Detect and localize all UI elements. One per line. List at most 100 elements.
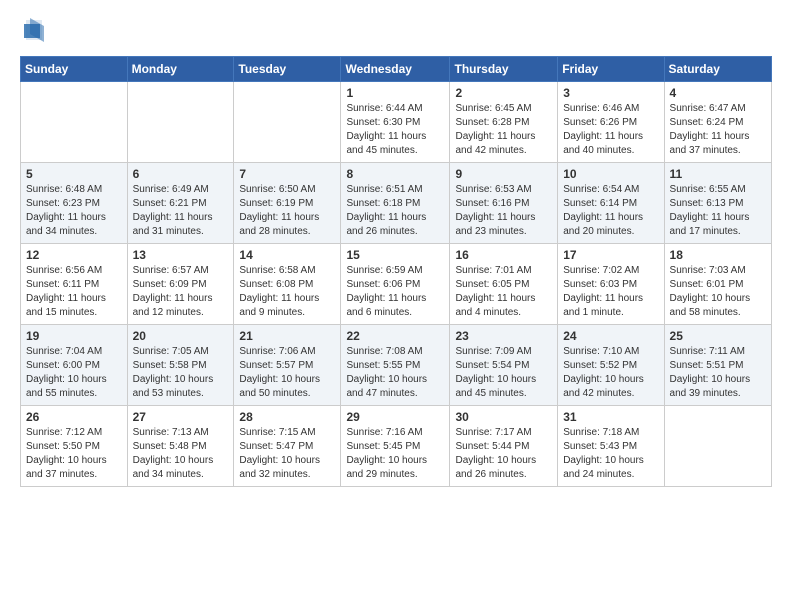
calendar-cell: 12Sunrise: 6:56 AM Sunset: 6:11 PM Dayli… — [21, 244, 128, 325]
day-info: Sunrise: 7:08 AM Sunset: 5:55 PM Dayligh… — [346, 345, 444, 401]
week-row-5: 26Sunrise: 7:12 AM Sunset: 5:50 PM Dayli… — [21, 406, 772, 487]
day-number: 10 — [563, 167, 658, 181]
day-info: Sunrise: 7:11 AM Sunset: 5:51 PM Dayligh… — [670, 345, 766, 401]
day-number: 7 — [239, 167, 335, 181]
calendar-cell: 5 Sunrise: 6:48 AM Sunset: 6:23 PM Daylig… — [21, 163, 128, 244]
day-info: Sunrise: 7:02 AM Sunset: 6:03 PM Dayligh… — [563, 264, 658, 320]
day-info: Sunrise: 6:45 AM Sunset: 6:28 PM Dayligh… — [455, 102, 552, 158]
week-row-1: 1 Sunrise: 6:44 AM Sunset: 6:30 PM Daylig… — [21, 82, 772, 163]
day-number: 29 — [346, 410, 444, 424]
page: SundayMondayTuesdayWednesdayThursdayFrid… — [0, 0, 792, 503]
day-number: 30 — [455, 410, 552, 424]
day-info: Sunrise: 7:04 AM Sunset: 6:00 PM Dayligh… — [26, 345, 122, 401]
calendar-cell: 25 Sunrise: 7:11 AM Sunset: 5:51 PM Dayli… — [664, 325, 771, 406]
day-number: 18 — [670, 248, 766, 262]
day-info: Sunrise: 6:58 AM Sunset: 6:08 PM Dayligh… — [239, 264, 335, 320]
calendar-cell: 27 Sunrise: 7:13 AM Sunset: 5:48 PM Dayli… — [127, 406, 234, 487]
day-info: Sunrise: 6:47 AM Sunset: 6:24 PM Dayligh… — [670, 102, 766, 158]
day-info: Sunrise: 7:01 AM Sunset: 6:05 PM Dayligh… — [455, 264, 552, 320]
calendar-cell: 24Sunrise: 7:10 AM Sunset: 5:52 PM Dayli… — [558, 325, 664, 406]
day-number: 4 — [670, 86, 766, 100]
day-info: Sunrise: 7:18 AM Sunset: 5:43 PM Dayligh… — [563, 426, 658, 482]
calendar-cell: 14 Sunrise: 6:58 AM Sunset: 6:08 PM Dayli… — [234, 244, 341, 325]
day-info: Sunrise: 7:17 AM Sunset: 5:44 PM Dayligh… — [455, 426, 552, 482]
week-row-4: 19Sunrise: 7:04 AM Sunset: 6:00 PM Dayli… — [21, 325, 772, 406]
day-info: Sunrise: 6:59 AM Sunset: 6:06 PM Dayligh… — [346, 264, 444, 320]
calendar-cell: 2 Sunrise: 6:45 AM Sunset: 6:28 PM Daylig… — [450, 82, 558, 163]
weekday-saturday: Saturday — [664, 57, 771, 82]
day-number: 26 — [26, 410, 122, 424]
day-info: Sunrise: 7:09 AM Sunset: 5:54 PM Dayligh… — [455, 345, 552, 401]
calendar-cell: 15 Sunrise: 6:59 AM Sunset: 6:06 PM Dayli… — [341, 244, 450, 325]
calendar-table: SundayMondayTuesdayWednesdayThursdayFrid… — [20, 56, 772, 487]
calendar-cell: 20 Sunrise: 7:05 AM Sunset: 5:58 PM Dayli… — [127, 325, 234, 406]
day-info: Sunrise: 6:46 AM Sunset: 6:26 PM Dayligh… — [563, 102, 658, 158]
day-number: 13 — [133, 248, 229, 262]
logo — [20, 16, 46, 44]
day-info: Sunrise: 7:03 AM Sunset: 6:01 PM Dayligh… — [670, 264, 766, 320]
day-number: 1 — [346, 86, 444, 100]
day-number: 3 — [563, 86, 658, 100]
day-number: 20 — [133, 329, 229, 343]
day-number: 17 — [563, 248, 658, 262]
day-number: 16 — [455, 248, 552, 262]
calendar-cell: 13 Sunrise: 6:57 AM Sunset: 6:09 PM Dayli… — [127, 244, 234, 325]
day-number: 9 — [455, 167, 552, 181]
day-number: 27 — [133, 410, 229, 424]
day-number: 11 — [670, 167, 766, 181]
weekday-sunday: Sunday — [21, 57, 128, 82]
day-number: 21 — [239, 329, 335, 343]
calendar-cell: 11 Sunrise: 6:55 AM Sunset: 6:13 PM Dayli… — [664, 163, 771, 244]
day-number: 14 — [239, 248, 335, 262]
day-info: Sunrise: 7:05 AM Sunset: 5:58 PM Dayligh… — [133, 345, 229, 401]
day-number: 25 — [670, 329, 766, 343]
day-info: Sunrise: 6:51 AM Sunset: 6:18 PM Dayligh… — [346, 183, 444, 239]
day-info: Sunrise: 7:10 AM Sunset: 5:52 PM Dayligh… — [563, 345, 658, 401]
calendar-cell: 3 Sunrise: 6:46 AM Sunset: 6:26 PM Daylig… — [558, 82, 664, 163]
calendar-cell — [127, 82, 234, 163]
calendar-cell: 26Sunrise: 7:12 AM Sunset: 5:50 PM Dayli… — [21, 406, 128, 487]
weekday-header-row: SundayMondayTuesdayWednesdayThursdayFrid… — [21, 57, 772, 82]
calendar-cell: 6 Sunrise: 6:49 AM Sunset: 6:21 PM Daylig… — [127, 163, 234, 244]
day-number: 5 — [26, 167, 122, 181]
calendar-cell: 17 Sunrise: 7:02 AM Sunset: 6:03 PM Dayli… — [558, 244, 664, 325]
day-info: Sunrise: 6:57 AM Sunset: 6:09 PM Dayligh… — [133, 264, 229, 320]
day-number: 6 — [133, 167, 229, 181]
calendar-cell: 16 Sunrise: 7:01 AM Sunset: 6:05 PM Dayli… — [450, 244, 558, 325]
day-info: Sunrise: 6:49 AM Sunset: 6:21 PM Dayligh… — [133, 183, 229, 239]
calendar-cell: 28 Sunrise: 7:15 AM Sunset: 5:47 PM Dayli… — [234, 406, 341, 487]
weekday-thursday: Thursday — [450, 57, 558, 82]
week-row-3: 12Sunrise: 6:56 AM Sunset: 6:11 PM Dayli… — [21, 244, 772, 325]
weekday-tuesday: Tuesday — [234, 57, 341, 82]
calendar-cell: 8 Sunrise: 6:51 AM Sunset: 6:18 PM Daylig… — [341, 163, 450, 244]
calendar-cell: 19Sunrise: 7:04 AM Sunset: 6:00 PM Dayli… — [21, 325, 128, 406]
calendar-cell: 9 Sunrise: 6:53 AM Sunset: 6:16 PM Daylig… — [450, 163, 558, 244]
calendar-cell: 22Sunrise: 7:08 AM Sunset: 5:55 PM Dayli… — [341, 325, 450, 406]
calendar-cell: 29 Sunrise: 7:16 AM Sunset: 5:45 PM Dayli… — [341, 406, 450, 487]
day-info: Sunrise: 7:13 AM Sunset: 5:48 PM Dayligh… — [133, 426, 229, 482]
day-info: Sunrise: 6:55 AM Sunset: 6:13 PM Dayligh… — [670, 183, 766, 239]
calendar-cell: 10Sunrise: 6:54 AM Sunset: 6:14 PM Dayli… — [558, 163, 664, 244]
day-info: Sunrise: 6:53 AM Sunset: 6:16 PM Dayligh… — [455, 183, 552, 239]
day-info: Sunrise: 7:15 AM Sunset: 5:47 PM Dayligh… — [239, 426, 335, 482]
day-number: 23 — [455, 329, 552, 343]
day-info: Sunrise: 6:48 AM Sunset: 6:23 PM Dayligh… — [26, 183, 122, 239]
day-info: Sunrise: 7:06 AM Sunset: 5:57 PM Dayligh… — [239, 345, 335, 401]
calendar-cell: 21 Sunrise: 7:06 AM Sunset: 5:57 PM Dayli… — [234, 325, 341, 406]
calendar-cell: 23 Sunrise: 7:09 AM Sunset: 5:54 PM Dayli… — [450, 325, 558, 406]
header — [20, 16, 772, 44]
calendar-cell — [21, 82, 128, 163]
weekday-monday: Monday — [127, 57, 234, 82]
day-info: Sunrise: 7:16 AM Sunset: 5:45 PM Dayligh… — [346, 426, 444, 482]
day-number: 15 — [346, 248, 444, 262]
calendar-cell: 30 Sunrise: 7:17 AM Sunset: 5:44 PM Dayli… — [450, 406, 558, 487]
day-number: 31 — [563, 410, 658, 424]
day-number: 8 — [346, 167, 444, 181]
calendar-cell — [664, 406, 771, 487]
day-number: 12 — [26, 248, 122, 262]
day-info: Sunrise: 6:44 AM Sunset: 6:30 PM Dayligh… — [346, 102, 444, 158]
calendar-cell: 7Sunrise: 6:50 AM Sunset: 6:19 PM Daylig… — [234, 163, 341, 244]
day-number: 2 — [455, 86, 552, 100]
day-number: 28 — [239, 410, 335, 424]
week-row-2: 5 Sunrise: 6:48 AM Sunset: 6:23 PM Daylig… — [21, 163, 772, 244]
